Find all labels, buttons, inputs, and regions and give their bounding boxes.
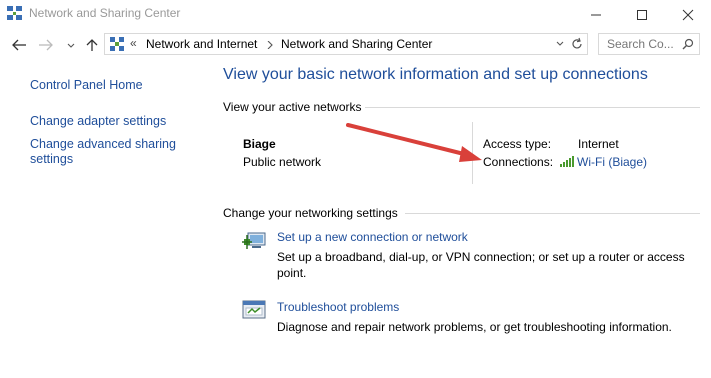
vertical-divider [472, 122, 473, 184]
address-dropdown-icon[interactable] [555, 39, 565, 49]
minimize-icon [591, 14, 601, 16]
sidebar-item-control-panel-home[interactable]: Control Panel Home [30, 78, 143, 93]
network-category: Public network [243, 155, 322, 169]
close-icon [682, 9, 694, 21]
breadcrumb-network-sharing-center[interactable]: Network and Sharing Center [281, 37, 432, 51]
new-connection-icon [242, 232, 266, 249]
network-name: Biage [243, 137, 276, 151]
sidebar-item-change-adapter-settings[interactable]: Change adapter settings [30, 114, 166, 129]
close-button[interactable] [665, 0, 711, 28]
access-type-value: Internet [578, 137, 619, 151]
wifi-signal-icon [560, 156, 574, 167]
breadcrumb-network-and-internet[interactable]: Network and Internet [146, 37, 257, 51]
search-box[interactable]: Search Co... [598, 33, 700, 55]
section-divider [405, 213, 700, 214]
troubleshoot-icon [242, 300, 266, 319]
forward-arrow-icon[interactable] [38, 38, 54, 52]
wifi-connection-label[interactable]: Wi-Fi (Biage) [577, 155, 647, 169]
wifi-connection-link[interactable]: Wi-Fi (Biage) [560, 155, 647, 169]
section-divider [365, 107, 700, 108]
troubleshoot-link[interactable]: Troubleshoot problems [277, 300, 399, 314]
up-arrow-icon[interactable] [85, 38, 99, 52]
change-settings-section-label: Change your networking settings [223, 206, 398, 220]
recent-locations-chevron-icon[interactable] [66, 38, 76, 52]
connections-label: Connections: [483, 155, 554, 169]
page-heading: View your basic network information and … [223, 66, 648, 83]
control-panel-icon [110, 37, 124, 51]
search-icon[interactable] [682, 38, 694, 50]
refresh-icon[interactable] [570, 37, 584, 51]
address-bar[interactable]: « Network and Internet Network and Shari… [104, 33, 588, 55]
network-center-icon [7, 6, 22, 20]
maximize-icon [637, 10, 647, 20]
troubleshoot-description: Diagnose and repair network problems, or… [277, 320, 672, 334]
minimize-button[interactable] [573, 0, 619, 28]
access-type-label: Access type: [483, 137, 552, 151]
breadcrumb-overflow[interactable]: « [130, 36, 137, 50]
back-arrow-icon[interactable] [11, 38, 27, 52]
sidebar-item-change-advanced-sharing-settings[interactable]: Change advanced sharing settings [30, 137, 180, 167]
setup-connection-link[interactable]: Set up a new connection or network [277, 230, 468, 244]
setup-connection-description: Set up a broadband, dial-up, or VPN conn… [277, 250, 685, 280]
breadcrumb-separator-icon[interactable] [267, 41, 273, 49]
search-placeholder: Search Co... [607, 37, 674, 51]
maximize-button[interactable] [619, 0, 665, 28]
window-title: Network and Sharing Center [29, 6, 181, 20]
active-networks-section-label: View your active networks [223, 100, 362, 114]
title-bar: Network and Sharing Center [0, 0, 711, 28]
